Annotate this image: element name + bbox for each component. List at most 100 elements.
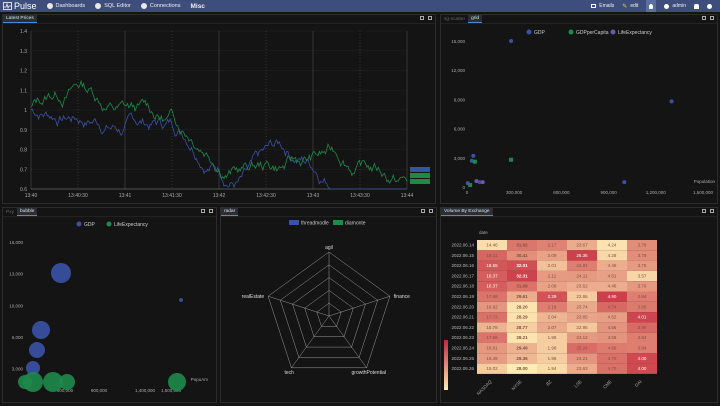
emails-button[interactable]: Emails [591, 3, 614, 9]
row-date-label: 2022.06.26 [451, 366, 474, 371]
y-tick-label: 9,000 [454, 97, 466, 102]
radar-chart: threadmodle diamonte agil finance growthPote… [242, 220, 410, 376]
row-date-label: 2022.06.20 [451, 304, 474, 309]
maximize-icon[interactable] [429, 209, 433, 213]
edit-button[interactable]: ✎ edit [622, 3, 638, 10]
x-tick-label: 900,000 [91, 388, 108, 393]
heatmap-cell-value: 4.56 [608, 335, 617, 340]
y-tick-label: 16,000 [9, 240, 23, 245]
y-tick-label: 1.1 [20, 88, 27, 94]
heatmap-cell-value: 1.98 [548, 346, 557, 351]
app-logo[interactable]: Pulse [3, 1, 37, 11]
maximize-icon[interactable] [710, 209, 714, 213]
maximize-icon[interactable] [428, 16, 432, 20]
radar-axis-label: agil [325, 245, 333, 251]
heatmap-cell-value: 29.36 [516, 356, 528, 361]
tab-radar[interactable]: radar [221, 208, 239, 216]
heatmap-cell-value: 4.90 [608, 294, 617, 299]
tab-volume-by-exchange[interactable]: Volume By Exchange [441, 208, 493, 216]
data-point [472, 159, 477, 164]
y-tick-label: 10,000 [9, 303, 23, 308]
bubble-panel: Pxy bubble GDP LifeExpectancy 16,000 13,000… [2, 207, 217, 403]
radar-spoke [328, 295, 390, 317]
heatmap-cell-value: 24.11 [577, 273, 588, 278]
x-tick-label: 13:42:30 [256, 193, 276, 199]
x-tick-label: 13:40 [25, 193, 38, 199]
nav-connections[interactable]: Connections [140, 3, 181, 9]
legend-label: GDPperCapita [576, 30, 609, 36]
bubble [179, 298, 183, 302]
data-point [509, 157, 514, 162]
nav-misc[interactable]: Misc [190, 3, 204, 10]
heatmap-cell-value: 24.21 [576, 356, 588, 361]
data-point [471, 153, 476, 158]
popout-icon[interactable] [702, 16, 706, 20]
heatmap-cell-value: 23.62 [576, 284, 588, 289]
row-date-label: 2022.06.17 [451, 273, 474, 278]
legend-label: GDP [534, 30, 546, 36]
radar-spoke [268, 295, 330, 317]
tab-latest-prices[interactable]: Latest Prices [3, 15, 37, 23]
heatmap-cell-value: 4.56 [608, 325, 617, 330]
user-icon [664, 3, 670, 9]
maximize-icon[interactable] [209, 209, 213, 213]
heatmap-cell-value: 4.51 [608, 273, 617, 278]
color-scale-bar [444, 340, 448, 390]
settings-button[interactable] [707, 3, 712, 9]
heatmap-cell-value: 3.76 [638, 284, 647, 289]
heatmap-cell-value: 2.17 [548, 243, 557, 248]
popout-icon[interactable] [421, 209, 425, 213]
blue-last-value-tag [410, 167, 430, 172]
heatmap-cell-value: 3.79 [638, 253, 647, 258]
tab-grid[interactable]: grid [468, 15, 483, 23]
radar-axis-label: growthPotential [352, 370, 386, 376]
green-value-tag [410, 179, 430, 184]
nav-dashboards[interactable]: Dashboards [46, 3, 85, 9]
popout-icon[interactable] [201, 209, 205, 213]
legend-swatch [289, 220, 299, 225]
volume-panel: Volume By Exchange date 2022.06.14 14.46 31… [440, 207, 718, 403]
notifications-button[interactable] [694, 3, 699, 9]
volume-heatmap: date 2022.06.14 14.46 31.02 2.17 23.67 4.24 3.7… [444, 230, 657, 396]
heatmap-cell-value: 3.75 [638, 263, 647, 268]
nav-sql-editor[interactable]: SQL Editor [95, 3, 131, 9]
bubble [32, 321, 50, 339]
lightbulb-button[interactable] [646, 0, 657, 12]
radar-spoke [328, 315, 367, 368]
row-date-label: 2022.06.14 [451, 243, 474, 248]
plug-icon [140, 3, 147, 9]
maximize-icon[interactable] [710, 16, 714, 20]
heatmap-cell-value: 23.63 [576, 366, 588, 371]
heatmap-cell-value: 15.78 [486, 325, 498, 330]
heatmap-cell-value: 28.29 [516, 315, 528, 320]
nav-label: SQL Editor [104, 3, 131, 9]
heatmap-cell-value: 4.66 [608, 346, 617, 351]
heatmap-cell-value: 25.24 [576, 346, 588, 351]
dashboard-icon [46, 3, 53, 9]
heatmap-cell-value: 4.01 [638, 315, 647, 320]
popout-icon[interactable] [702, 209, 706, 213]
tab-bubble[interactable]: bubble [17, 208, 38, 216]
heatmap-cell-value: 4.74 [608, 304, 617, 309]
admin-menu[interactable]: admin [664, 3, 686, 9]
row-date-label: 2022.06.24 [451, 346, 474, 351]
tab-pxy[interactable]: Pxy [3, 208, 17, 216]
x-axis-label: PopuAm [191, 377, 209, 382]
y-tick-label: 0.8 [20, 148, 27, 154]
legend-label: GDP [84, 222, 96, 228]
x-tick-label: 13:43 [307, 193, 320, 199]
mail-icon [591, 4, 597, 8]
row-date-label: 2022.06.19 [451, 294, 474, 299]
legend-marker [568, 29, 574, 35]
radar-spoke [291, 315, 330, 368]
heatmap-cell-value: 24.12 [576, 335, 588, 340]
column-label: NYSE [510, 379, 522, 391]
heatmap-cell-value: 4.00 [638, 356, 647, 361]
heatmap-cell-value: 17.66 [486, 335, 498, 340]
tab-sg-scatter[interactable]: sg-scatter [441, 15, 468, 23]
popout-icon[interactable] [420, 16, 424, 20]
gear-icon [707, 3, 712, 9]
bubble [168, 373, 186, 391]
nav-label: Connections [149, 3, 181, 9]
heatmap-cell-value: 2.07 [548, 325, 557, 330]
